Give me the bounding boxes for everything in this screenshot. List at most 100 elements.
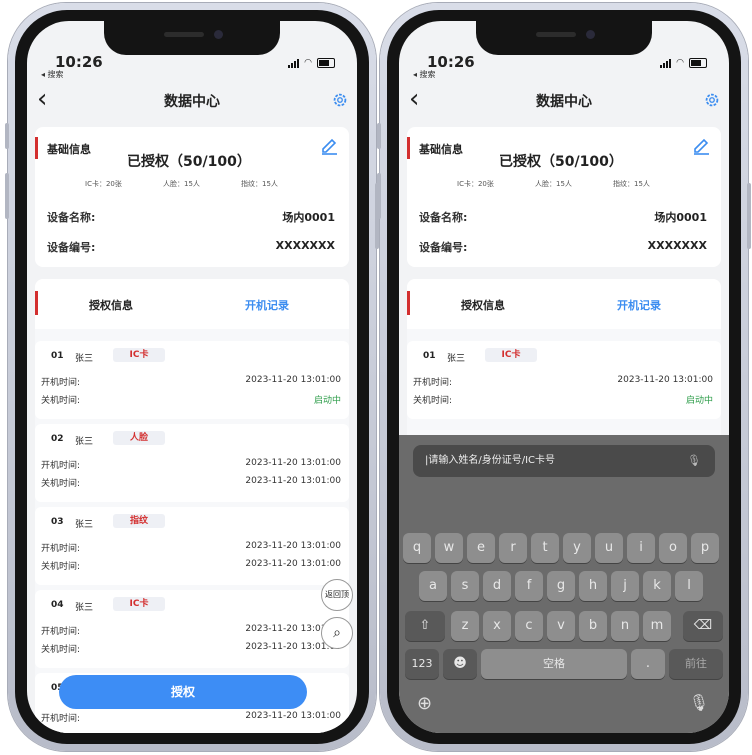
record-item[interactable]: 02 张三 人脸 开机时间: 2023-11-20 13:01:00 关机时间:… bbox=[35, 424, 349, 502]
key-r[interactable]: r bbox=[499, 533, 527, 563]
device-number-value: XXXXXXX bbox=[647, 239, 707, 252]
power-off-label: 关机时间: bbox=[41, 562, 81, 572]
record-name: 张三 bbox=[75, 603, 94, 613]
key-m[interactable]: m bbox=[643, 611, 671, 641]
tab-auth-info[interactable]: 授权信息 bbox=[89, 297, 133, 313]
screen-right: 10:26 ◂ 搜索 ◠ ‹ 数据中心 基础信息 已授权（50/100） IC卡… bbox=[399, 21, 729, 733]
dictation-mic-icon[interactable]: 🎙 bbox=[689, 693, 709, 712]
search-icon[interactable]: ⌕ bbox=[321, 617, 353, 649]
notch bbox=[476, 21, 652, 55]
key-u[interactable]: u bbox=[595, 533, 623, 563]
authorized-count: 已授权（50/100） bbox=[499, 154, 623, 170]
key-q[interactable]: q bbox=[403, 533, 431, 563]
device-number-value: XXXXXXX bbox=[275, 239, 335, 252]
period-key[interactable]: . bbox=[631, 649, 665, 679]
notch bbox=[104, 21, 280, 55]
power-off-time: 2023-11-20 13:01:00 bbox=[245, 559, 341, 569]
search-placeholder: |请输入姓名/身份证号/IC卡号 bbox=[425, 455, 556, 466]
device-number-label: 设备编号: bbox=[419, 241, 468, 254]
power-off-label: 关机时间: bbox=[413, 396, 453, 406]
key-v[interactable]: v bbox=[547, 611, 575, 641]
record-type-badge: 人脸 bbox=[113, 431, 165, 445]
power-on-label: 开机时间: bbox=[41, 461, 81, 471]
back-to-app-link[interactable]: ◂ 搜索 bbox=[41, 69, 64, 80]
key-b[interactable]: b bbox=[579, 611, 607, 641]
key-f[interactable]: f bbox=[515, 571, 543, 601]
key-s[interactable]: s bbox=[451, 571, 479, 601]
device-name-value: 场内0001 bbox=[654, 211, 707, 224]
key-e[interactable]: e bbox=[467, 533, 495, 563]
key-o[interactable]: o bbox=[659, 533, 687, 563]
power-on-time: 2023-11-20 13:01:00 bbox=[245, 375, 341, 385]
key-t[interactable]: t bbox=[531, 533, 559, 563]
emoji-icon[interactable]: ☻ bbox=[443, 649, 477, 679]
fingerprint-count: 指纹：15人 bbox=[613, 180, 650, 188]
settings-gear-icon[interactable] bbox=[331, 91, 349, 109]
settings-gear-icon[interactable] bbox=[703, 91, 721, 109]
record-type-badge: 指纹 bbox=[113, 514, 165, 528]
tab-power-records[interactable]: 开机记录 bbox=[617, 297, 661, 313]
search-input[interactable]: |请输入姓名/身份证号/IC卡号 🎙 bbox=[413, 445, 715, 477]
key-i[interactable]: i bbox=[627, 533, 655, 563]
key-d[interactable]: d bbox=[483, 571, 511, 601]
delete-key[interactable]: ⌫ bbox=[683, 611, 723, 641]
key-j[interactable]: j bbox=[611, 571, 639, 601]
ic-card-count: IC卡：20张 bbox=[85, 180, 122, 188]
key-p[interactable]: p bbox=[691, 533, 719, 563]
go-key[interactable]: 前往 bbox=[669, 649, 723, 679]
key-x[interactable]: x bbox=[483, 611, 511, 641]
basic-info-card: 基础信息 已授权（50/100） IC卡：20张 人脸：15人 指纹：15人 设… bbox=[35, 127, 349, 267]
key-z[interactable]: z bbox=[451, 611, 479, 641]
key-g[interactable]: g bbox=[547, 571, 575, 601]
key-h[interactable]: h bbox=[579, 571, 607, 601]
power-off-status: 启动中 bbox=[685, 396, 713, 406]
power-off-time: 2023-11-20 13:01:00 bbox=[245, 476, 341, 486]
key-w[interactable]: w bbox=[435, 533, 463, 563]
key-y[interactable]: y bbox=[563, 533, 591, 563]
basic-info-label: 基础信息 bbox=[419, 143, 463, 156]
record-item[interactable]: 01 张三 IC卡 开机时间: 2023-11-20 13:01:00 关机时间… bbox=[35, 341, 349, 419]
record-item[interactable]: 03 张三 指纹 开机时间: 2023-11-20 13:01:00 关机时间:… bbox=[35, 507, 349, 585]
shift-key[interactable]: ⇧ bbox=[405, 611, 445, 641]
back-to-app-link[interactable]: ◂ 搜索 bbox=[413, 69, 436, 80]
device-name-label: 设备名称: bbox=[419, 211, 468, 224]
key-c[interactable]: c bbox=[515, 611, 543, 641]
key-l[interactable]: l bbox=[675, 571, 703, 601]
record-type-badge: IC卡 bbox=[113, 597, 165, 611]
edit-pencil-icon[interactable] bbox=[691, 135, 711, 155]
key-k[interactable]: k bbox=[643, 571, 671, 601]
space-key[interactable]: 空格 bbox=[481, 649, 627, 679]
power-on-label: 开机时间: bbox=[41, 627, 81, 637]
wifi-icon: ◠ bbox=[676, 58, 684, 68]
tab-auth-info[interactable]: 授权信息 bbox=[461, 297, 505, 313]
page-title: 数据中心 bbox=[164, 94, 220, 110]
key-a[interactable]: a bbox=[419, 571, 447, 601]
key-n[interactable]: n bbox=[611, 611, 639, 641]
globe-icon[interactable]: ⊕ bbox=[417, 693, 432, 714]
device-number-label: 设备编号: bbox=[47, 241, 96, 254]
record-number: 04 bbox=[51, 600, 64, 610]
ic-card-count: IC卡：20张 bbox=[457, 180, 494, 188]
tab-power-records[interactable]: 开机记录 bbox=[245, 297, 289, 313]
record-number: 01 bbox=[423, 351, 436, 361]
record-type-badge: IC卡 bbox=[485, 348, 537, 362]
auth-section: 授权信息 开机记录 01 张三 IC卡 开机时间: 2023-11-20 13:… bbox=[407, 279, 721, 459]
authorize-button[interactable]: 授权 bbox=[59, 675, 307, 709]
record-type-badge: IC卡 bbox=[113, 348, 165, 362]
record-name: 张三 bbox=[447, 354, 466, 364]
power-off-label: 关机时间: bbox=[41, 645, 81, 655]
power-on-time: 2023-11-20 13:01:00 bbox=[245, 541, 341, 551]
back-to-top-button[interactable]: 返回顶部 bbox=[321, 579, 353, 629]
record-item[interactable]: 01 张三 IC卡 开机时间: 2023-11-20 13:01:00 关机时间… bbox=[407, 341, 721, 419]
record-item[interactable]: 04 张三 IC卡 开机时间: 2023-11-20 13:01:00 关机时间… bbox=[35, 590, 349, 668]
device-name-label: 设备名称: bbox=[47, 211, 96, 224]
power-on-time: 2023-11-20 13:01:00 bbox=[617, 375, 713, 385]
power-on-time: 2023-11-20 13:01:00 bbox=[245, 458, 341, 468]
record-number: 01 bbox=[51, 351, 64, 361]
power-on-label: 开机时间: bbox=[41, 544, 81, 554]
mic-icon[interactable]: 🎙 bbox=[687, 445, 701, 477]
edit-pencil-icon[interactable] bbox=[319, 135, 339, 155]
numbers-key[interactable]: 123 bbox=[405, 649, 439, 679]
nav-bar: ‹ 数据中心 bbox=[27, 85, 357, 115]
signal-icon bbox=[288, 58, 300, 68]
